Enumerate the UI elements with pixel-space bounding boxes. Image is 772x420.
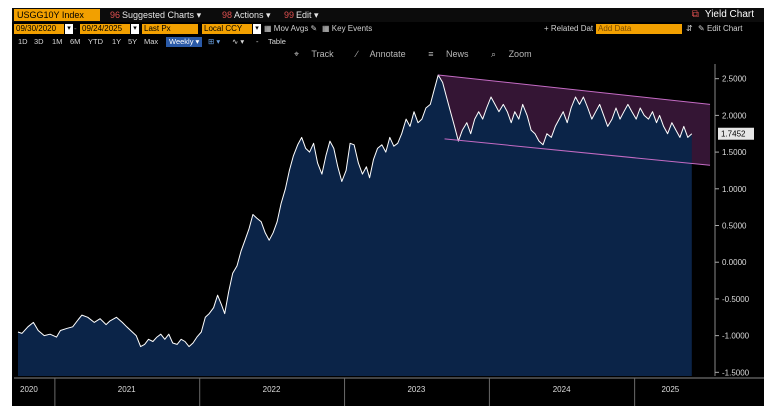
y-tick-label: 0.0000 bbox=[722, 258, 747, 267]
pencil-icon: ∕ bbox=[356, 49, 358, 59]
x-tick-label: 2023 bbox=[407, 385, 425, 394]
y-tick-label: -0.5000 bbox=[722, 295, 750, 304]
annotate-label: Annotate bbox=[369, 49, 406, 59]
y-tick-label: -1.5000 bbox=[722, 368, 750, 377]
x-tick-label: 2020 bbox=[20, 385, 38, 394]
x-tick-label: 2022 bbox=[263, 385, 281, 394]
chart-area: 2.5000 2.0000 1.5000 1.0000 0.5000 0.0000 -0.5… bbox=[14, 64, 764, 406]
track-tool[interactable]: ⌖ Track bbox=[294, 49, 344, 59]
last-value-label: 1.7452 bbox=[721, 130, 746, 139]
zoom-icon: ⌕ bbox=[491, 49, 497, 59]
annotate-tool[interactable]: ∕ Annotate bbox=[356, 49, 416, 59]
x-tick-label: 2025 bbox=[661, 385, 679, 394]
y-tick-label: 2.0000 bbox=[722, 111, 747, 120]
crosshair-icon: ⌖ bbox=[294, 49, 300, 59]
bloomberg-terminal: USGG10Y Index 96 Suggested Charts ▾ 98 Act… bbox=[12, 8, 764, 406]
x-tick-label: 2024 bbox=[553, 385, 571, 394]
chart-tools: ⌖ Track ∕ Annotate ≡ News ⌕ Zoom bbox=[294, 48, 552, 60]
x-tick-label: 2021 bbox=[118, 385, 136, 394]
y-tick-label: 1.0000 bbox=[722, 185, 747, 194]
y-tick-label: 0.5000 bbox=[722, 222, 747, 231]
news-label: News bbox=[445, 49, 469, 59]
zoom-label: Zoom bbox=[508, 49, 532, 59]
y-tick-label: 2.5000 bbox=[722, 75, 747, 84]
news-icon: ≡ bbox=[428, 49, 434, 59]
y-tick-label: -1.0000 bbox=[722, 332, 750, 341]
news-tool[interactable]: ≡ News bbox=[428, 49, 478, 59]
y-tick-label: 1.5000 bbox=[722, 148, 747, 157]
zoom-tool[interactable]: ⌕ Zoom bbox=[491, 49, 542, 59]
track-label: Track bbox=[311, 49, 334, 59]
